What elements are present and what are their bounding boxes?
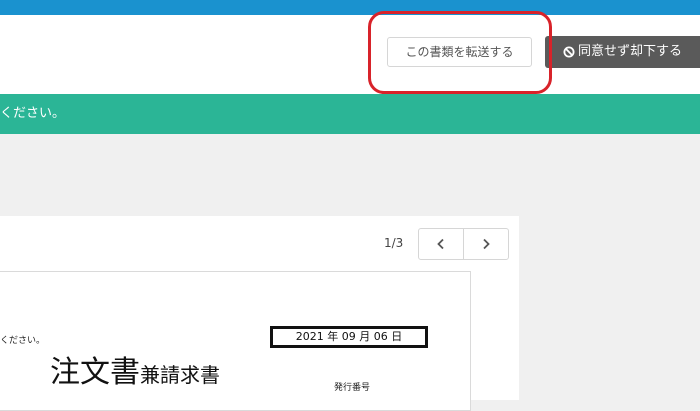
reject-button[interactable]: 同意せず却下する	[545, 36, 700, 68]
next-page-button[interactable]	[464, 229, 508, 259]
banner-message: ください。	[0, 106, 66, 121]
chevron-left-icon	[437, 238, 444, 250]
document-title-sub: 兼請求書	[140, 363, 220, 387]
top-accent-bar	[0, 0, 700, 15]
page-count: 1/3	[384, 236, 404, 250]
highlight-annotation	[368, 11, 552, 94]
document-title-main: 注文書	[50, 355, 140, 390]
ban-icon	[563, 46, 575, 58]
reject-button-label: 同意せず却下する	[578, 44, 683, 59]
document-date: 2021 年 09 月 06 日	[270, 326, 428, 348]
document-note-text: ください。	[0, 336, 46, 346]
info-banner: ください。	[0, 94, 700, 134]
chevron-right-icon	[483, 238, 490, 250]
prev-page-button[interactable]	[419, 229, 463, 259]
pager-controls	[418, 228, 509, 260]
issue-number-label: 発行番号	[334, 383, 371, 393]
document-title: 注文書兼請求書	[50, 347, 220, 391]
